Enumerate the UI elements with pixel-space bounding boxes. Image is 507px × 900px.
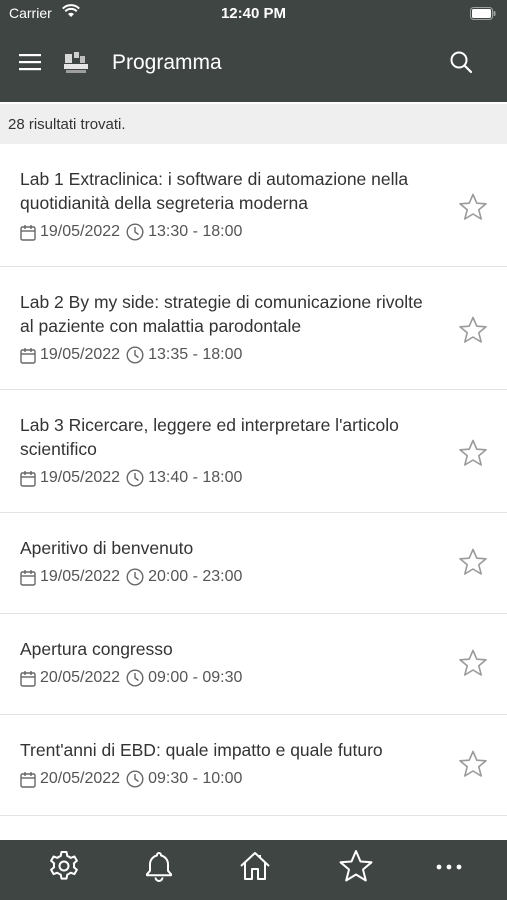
clock-icon bbox=[126, 469, 144, 487]
item-meta: 19/05/2022 13:35 - 18:00 bbox=[20, 346, 242, 364]
item-title: Lab 1 Extraclinica: i software di automa… bbox=[20, 169, 409, 213]
item-meta: 19/05/2022 13:30 - 18:00 bbox=[20, 223, 242, 241]
calendar-icon bbox=[20, 670, 36, 687]
clock-icon bbox=[126, 669, 144, 687]
item-date: 19/05/2022 bbox=[40, 568, 121, 585]
calendar-icon bbox=[20, 347, 36, 364]
item-time: 13:30 - 18:00 bbox=[148, 223, 243, 240]
item-title: Lab 2 By my side: strategie di comunicaz… bbox=[20, 292, 423, 336]
settings-icon bbox=[47, 849, 81, 888]
item-title: Lab 3 Ricercare, leggere ed interpretare… bbox=[20, 415, 399, 459]
item-date: 19/05/2022 bbox=[40, 346, 121, 363]
calendar-icon bbox=[20, 224, 36, 241]
list-item[interactable]: Apertura congresso 20/05/2022 09:00 - 09… bbox=[0, 614, 507, 715]
tab-more[interactable] bbox=[431, 850, 467, 886]
item-meta: 20/05/2022 09:00 - 09:30 bbox=[20, 669, 242, 687]
item-time: 13:40 - 18:00 bbox=[148, 469, 243, 486]
item-title: Trent'anni di EBD: quale impatto e quale… bbox=[20, 740, 383, 760]
status-bar: Carrier 12:40 PM bbox=[0, 0, 507, 28]
star-outline-icon bbox=[458, 316, 488, 349]
favorite-button[interactable] bbox=[458, 193, 488, 226]
menu-icon bbox=[18, 52, 42, 77]
calendar-icon bbox=[20, 569, 36, 586]
search-button[interactable] bbox=[447, 50, 475, 78]
clock-icon bbox=[126, 770, 144, 788]
clock-icon bbox=[126, 346, 144, 364]
home-icon bbox=[238, 849, 272, 888]
battery-icon bbox=[470, 7, 496, 25]
star-icon bbox=[338, 849, 374, 888]
favorite-button[interactable] bbox=[458, 439, 488, 472]
item-time: 20:00 - 23:00 bbox=[148, 568, 243, 585]
calendar-icon bbox=[20, 470, 36, 487]
star-outline-icon bbox=[458, 750, 488, 783]
calendar-icon bbox=[20, 771, 36, 788]
list-item[interactable]: Lab 3 Ricercare, leggere ed interpretare… bbox=[0, 390, 507, 513]
favorite-button[interactable] bbox=[458, 548, 488, 581]
app-logo bbox=[62, 50, 90, 76]
favorite-button[interactable] bbox=[458, 649, 488, 682]
star-outline-icon bbox=[458, 439, 488, 472]
clock-icon bbox=[126, 568, 144, 586]
item-time: 09:00 - 09:30 bbox=[148, 669, 243, 686]
list-item[interactable]: Trent'anni di EBD: quale impatto e quale… bbox=[0, 715, 507, 816]
item-date: 20/05/2022 bbox=[40, 669, 121, 686]
item-time: 09:30 - 10:00 bbox=[148, 770, 243, 787]
item-title: Apertura congresso bbox=[20, 639, 173, 659]
results-count-bar: 28 risultati trovati. bbox=[0, 104, 507, 144]
item-meta: 19/05/2022 20:00 - 23:00 bbox=[20, 568, 242, 586]
list-item[interactable]: Aperitivo di benvenuto 19/05/2022 20:00 … bbox=[0, 513, 507, 614]
star-outline-icon bbox=[458, 548, 488, 581]
item-date: 19/05/2022 bbox=[40, 469, 121, 486]
item-title: Aperitivo di benvenuto bbox=[20, 538, 194, 558]
results-count: 28 risultati trovati. bbox=[8, 116, 126, 133]
item-date: 20/05/2022 bbox=[40, 770, 121, 787]
more-icon bbox=[434, 859, 464, 877]
status-time: 12:40 PM bbox=[220, 5, 287, 22]
menu-button[interactable] bbox=[16, 50, 44, 78]
star-outline-icon bbox=[458, 193, 488, 226]
tab-home[interactable] bbox=[237, 850, 273, 886]
item-date: 19/05/2022 bbox=[40, 223, 121, 240]
search-icon bbox=[449, 50, 473, 79]
app-header: Programma bbox=[0, 28, 507, 102]
page-title: Programma bbox=[112, 51, 222, 74]
item-meta: 19/05/2022 13:40 - 18:00 bbox=[20, 469, 242, 487]
tab-favorites[interactable] bbox=[338, 849, 374, 888]
star-outline-icon bbox=[458, 649, 488, 682]
favorite-button[interactable] bbox=[458, 316, 488, 349]
tab-notifications[interactable] bbox=[141, 850, 177, 886]
program-list: Lab 1 Extraclinica: i software di automa… bbox=[0, 144, 507, 816]
list-item[interactable]: Lab 1 Extraclinica: i software di automa… bbox=[0, 144, 507, 267]
favorite-button[interactable] bbox=[458, 750, 488, 783]
item-meta: 20/05/2022 09:30 - 10:00 bbox=[20, 770, 242, 788]
bottom-tab-bar bbox=[0, 840, 507, 900]
clock-icon bbox=[126, 223, 144, 241]
item-time: 13:35 - 18:00 bbox=[148, 346, 243, 363]
bell-icon bbox=[142, 849, 176, 888]
list-item[interactable]: Lab 2 By my side: strategie di comunicaz… bbox=[0, 267, 507, 390]
tab-settings[interactable] bbox=[46, 850, 82, 886]
